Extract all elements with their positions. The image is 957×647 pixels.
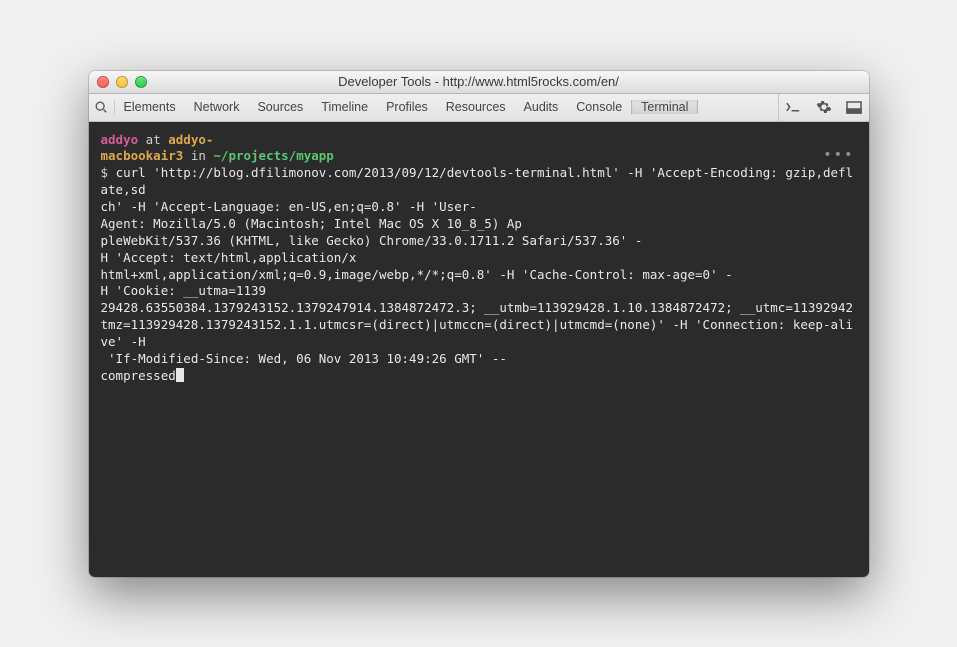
zoom-button[interactable]	[135, 76, 147, 88]
prompt-user: addyo	[101, 132, 139, 147]
output-line: H 'Accept: text/html,application/x	[101, 250, 357, 265]
overflow-menu-icon[interactable]: •••	[823, 146, 854, 165]
command-text: curl 'http://blog.dfilimonov.com/2013/09…	[101, 165, 854, 197]
tab-label: Timeline	[321, 100, 368, 114]
tab-label: Profiles	[386, 100, 428, 114]
traffic-lights	[89, 76, 147, 88]
prompt-host2: macbookair3	[101, 148, 184, 163]
inspect-icon[interactable]	[89, 100, 115, 114]
close-button[interactable]	[97, 76, 109, 88]
minimize-button[interactable]	[116, 76, 128, 88]
tab-profiles[interactable]: Profiles	[377, 100, 437, 114]
cursor	[176, 368, 184, 382]
panel-tabs: Elements Network Sources Timeline Profil…	[115, 100, 699, 114]
tab-label: Audits	[524, 100, 559, 114]
tab-timeline[interactable]: Timeline	[312, 100, 377, 114]
toolbar-right	[778, 94, 869, 121]
output-line: html+xml,application/xml;q=0.9,image/web…	[101, 267, 733, 282]
tab-label: Terminal	[641, 100, 688, 114]
toolbar: Elements Network Sources Timeline Profil…	[89, 94, 869, 122]
tab-label: Elements	[124, 100, 176, 114]
prompt-in: in	[183, 148, 213, 163]
output-line: Agent: Mozilla/5.0 (Macintosh; Intel Mac…	[101, 216, 522, 231]
tab-label: Console	[576, 100, 622, 114]
prompt-path: ~/projects/myapp	[213, 148, 333, 163]
output-line: compressed	[101, 368, 176, 383]
tab-resources[interactable]: Resources	[437, 100, 515, 114]
output-line: pleWebKit/537.36 (KHTML, like Gecko) Chr…	[101, 233, 643, 248]
tab-elements[interactable]: Elements	[115, 100, 185, 114]
tab-console[interactable]: Console	[567, 100, 631, 114]
prompt-at: at	[138, 132, 168, 147]
output-line: ch' -H 'Accept-Language: en-US,en;q=0.8'…	[101, 199, 477, 214]
output-line: tmz=113929428.1379243152.1.1.utmcsr=(dir…	[101, 317, 854, 349]
tab-label: Resources	[446, 100, 506, 114]
settings-icon[interactable]	[809, 94, 839, 121]
tab-label: Sources	[257, 100, 303, 114]
prompt-host: addyo-	[168, 132, 213, 147]
tab-terminal[interactable]: Terminal	[631, 100, 698, 114]
tab-audits[interactable]: Audits	[515, 100, 568, 114]
titlebar[interactable]: Developer Tools - http://www.html5rocks.…	[89, 71, 869, 94]
output-line: 29428.63550384.1379243152.1379247914.138…	[101, 300, 854, 315]
output-line: H 'Cookie: __utma=1139	[101, 283, 267, 298]
dock-icon[interactable]	[839, 94, 869, 121]
devtools-window: Developer Tools - http://www.html5rocks.…	[89, 71, 869, 577]
prompt-dollar: $	[101, 165, 116, 180]
terminal-pane[interactable]: ••• addyo at addyo- macbookair3 in ~/proj…	[89, 122, 869, 577]
window-title: Developer Tools - http://www.html5rocks.…	[89, 74, 869, 89]
tab-label: Network	[194, 100, 240, 114]
output-line: 'If-Modified-Since: Wed, 06 Nov 2013 10:…	[101, 351, 507, 366]
show-drawer-icon[interactable]	[779, 94, 809, 121]
tab-sources[interactable]: Sources	[248, 100, 312, 114]
tab-network[interactable]: Network	[185, 100, 249, 114]
toolbar-left: Elements Network Sources Timeline Profil…	[89, 100, 778, 114]
